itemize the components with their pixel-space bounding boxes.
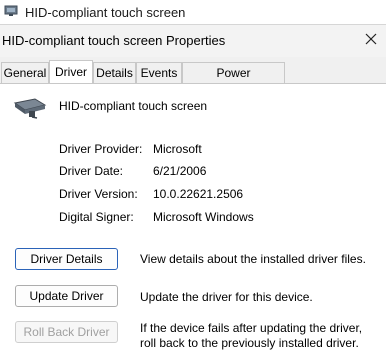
title-bar[interactable]: HID-compliant touch screen Properties (0, 25, 386, 57)
driver-date-label: Driver Date: (59, 164, 124, 178)
driver-panel: HID-compliant touch screen Driver Provid… (0, 83, 386, 355)
tab-strip: General Driver Details Events Power Mana… (0, 60, 386, 101)
tab-power-management[interactable]: Power Management (182, 62, 285, 101)
driver-details-button[interactable]: Driver Details (15, 248, 118, 270)
dialog-title: HID-compliant touch screen Properties (2, 33, 226, 48)
driver-provider-value: Microsoft (153, 142, 202, 156)
tab-general[interactable]: General (1, 62, 49, 83)
driver-version-label: Driver Version: (59, 187, 138, 201)
close-icon[interactable] (362, 30, 380, 48)
tab-events[interactable]: Events (136, 62, 182, 83)
properties-dialog: HID-compliant touch screen Properties Ge… (0, 24, 386, 355)
digital-signer-label: Digital Signer: (59, 210, 134, 224)
tab-details[interactable]: Details (93, 62, 136, 83)
touch-device-icon (4, 5, 18, 16)
device-list-label: HID-compliant touch screen (25, 5, 186, 20)
digital-signer-value: Microsoft Windows (153, 210, 254, 224)
touch-device-icon (13, 98, 47, 119)
roll-back-driver-description: If the device fails after updating the d… (140, 321, 363, 350)
driver-version-value: 10.0.22621.2506 (153, 187, 244, 201)
driver-date-value: 6/21/2006 (153, 164, 207, 178)
tab-driver[interactable]: Driver (49, 60, 93, 83)
update-driver-description: Update the driver for this device. (140, 290, 313, 304)
driver-provider-label: Driver Provider: (59, 142, 143, 156)
device-name: HID-compliant touch screen (59, 99, 208, 113)
roll-back-driver-button[interactable]: Roll Back Driver (15, 321, 118, 343)
device-list-row[interactable]: HID-compliant touch screen (0, 0, 386, 24)
update-driver-button[interactable]: Update Driver (15, 285, 118, 307)
driver-details-description: View details about the installed driver … (140, 252, 366, 266)
